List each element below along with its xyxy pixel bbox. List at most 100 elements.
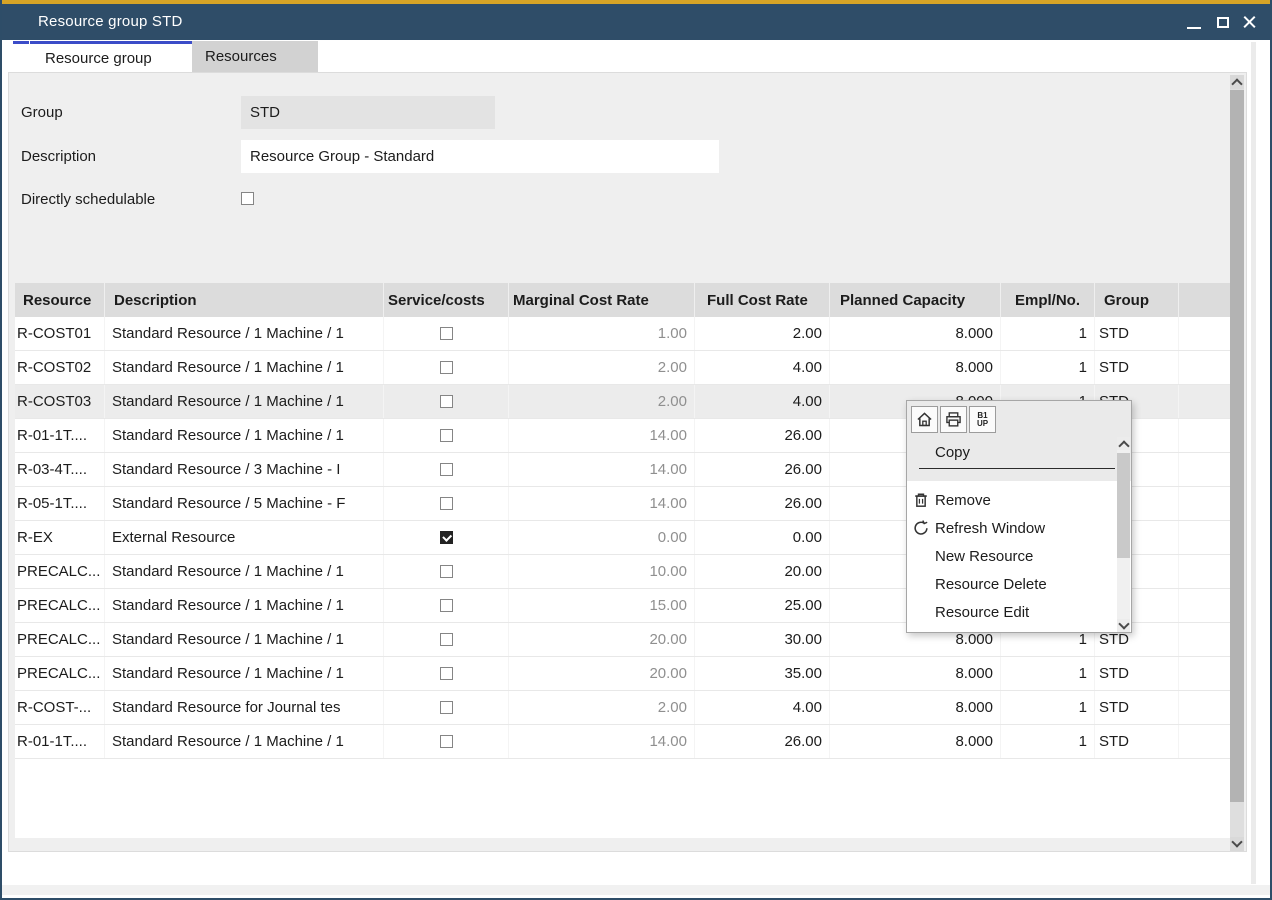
cell-planned-capacity: 8.000	[830, 317, 1001, 350]
description-field[interactable]: Resource Group - Standard	[241, 140, 719, 173]
cell-service-costs	[384, 691, 509, 724]
service-costs-checkbox[interactable]	[440, 667, 453, 680]
service-costs-checkbox[interactable]	[440, 361, 453, 374]
column-header-resource[interactable]: Resource	[15, 283, 105, 317]
printer-icon	[945, 411, 962, 428]
menu-item-new-resource[interactable]: New Resource	[907, 542, 1117, 570]
column-header-description[interactable]: Description	[105, 283, 384, 317]
cell-description: Standard Resource / 1 Machine / 1	[105, 385, 384, 418]
cell-marginal-cost-rate: 14.00	[509, 453, 695, 486]
cell-description: Standard Resource / 1 Machine / 1	[105, 555, 384, 588]
cell-full-cost-rate: 25.00	[695, 589, 830, 622]
maximize-button[interactable]	[1210, 4, 1238, 40]
cell-description: Standard Resource / 1 Machine / 1	[105, 623, 384, 656]
cell-extra	[1179, 725, 1233, 758]
service-costs-checkbox[interactable]	[440, 463, 453, 476]
titlebar: Resource group STD	[0, 4, 1272, 40]
main-vertical-scrollbar[interactable]	[1230, 75, 1244, 851]
menu-item-resource-edit[interactable]: Resource Edit	[907, 598, 1117, 626]
cell-description: Standard Resource / 1 Machine / 1	[105, 589, 384, 622]
cell-full-cost-rate: 26.00	[695, 419, 830, 452]
context-menu-items: RemoveRefresh WindowNew ResourceResource…	[907, 486, 1117, 626]
service-costs-checkbox[interactable]	[440, 735, 453, 748]
column-header-service-costs[interactable]: Service/costs	[384, 283, 509, 317]
cell-extra	[1179, 419, 1233, 452]
home-button[interactable]	[911, 406, 938, 433]
group-label: Group	[21, 96, 63, 129]
column-header-extra[interactable]	[1179, 283, 1233, 317]
directly-schedulable-label: Directly schedulable	[21, 183, 162, 216]
scroll-down-arrow-icon[interactable]	[1230, 837, 1244, 851]
main-scrollbar-thumb[interactable]	[1230, 90, 1244, 802]
cell-full-cost-rate: 26.00	[695, 725, 830, 758]
menu-item-refresh-window[interactable]: Refresh Window	[907, 514, 1117, 542]
context-menu-toolbar: B1 UP Copy	[907, 401, 1131, 481]
service-costs-checkbox[interactable]	[440, 327, 453, 340]
cell-resource: R-01-1T....	[15, 419, 105, 452]
cell-service-costs	[384, 521, 509, 554]
printer-button[interactable]	[940, 406, 967, 433]
menu-item-label: Resource Edit	[935, 604, 1029, 621]
cell-service-costs	[384, 589, 509, 622]
service-costs-checkbox[interactable]	[440, 565, 453, 578]
menu-scroll-up-icon[interactable]	[1117, 437, 1130, 450]
cell-full-cost-rate: 4.00	[695, 385, 830, 418]
cell-extra	[1179, 487, 1233, 520]
cell-full-cost-rate: 26.00	[695, 453, 830, 486]
cell-full-cost-rate: 30.00	[695, 623, 830, 656]
cell-full-cost-rate: 26.00	[695, 487, 830, 520]
service-costs-checkbox[interactable]	[440, 531, 453, 544]
group-field: STD	[241, 96, 495, 129]
cell-marginal-cost-rate: 14.00	[509, 419, 695, 452]
minimize-button[interactable]	[1180, 4, 1208, 40]
service-costs-checkbox[interactable]	[440, 395, 453, 408]
table-row[interactable]: PRECALC...Standard Resource / 1 Machine …	[15, 657, 1233, 691]
menu-scrollbar-thumb[interactable]	[1117, 453, 1130, 558]
service-costs-checkbox[interactable]	[440, 429, 453, 442]
service-costs-checkbox[interactable]	[440, 701, 453, 714]
b1up-button[interactable]: B1 UP	[969, 406, 996, 433]
table-row[interactable]: R-COST01Standard Resource / 1 Machine / …	[15, 317, 1233, 351]
column-header-full-cost-rate[interactable]: Full Cost Rate	[695, 283, 830, 317]
cell-service-costs	[384, 555, 509, 588]
cell-marginal-cost-rate: 14.00	[509, 487, 695, 520]
service-costs-checkbox[interactable]	[440, 633, 453, 646]
directly-schedulable-checkbox[interactable]	[241, 192, 254, 205]
column-header-group[interactable]: Group	[1095, 283, 1179, 317]
context-menu-scrollbar[interactable]	[1117, 437, 1130, 632]
menu-item-resource-delete[interactable]: Resource Delete	[907, 570, 1117, 598]
tab-resources[interactable]: Resources	[192, 41, 318, 72]
cell-full-cost-rate: 4.00	[695, 351, 830, 384]
menu-item-label: Remove	[935, 492, 991, 509]
cell-description: Standard Resource / 1 Machine / 1	[105, 725, 384, 758]
cell-extra	[1179, 317, 1233, 350]
tab-accent-dash	[13, 41, 29, 44]
column-header-empl-no[interactable]: Empl/No.	[1001, 283, 1095, 317]
scroll-up-arrow-icon[interactable]	[1230, 75, 1244, 89]
table-row[interactable]: R-01-1T....Standard Resource / 1 Machine…	[15, 725, 1233, 759]
cell-resource: PRECALC...	[15, 555, 105, 588]
cell-marginal-cost-rate: 2.00	[509, 351, 695, 384]
table-row[interactable]: R-COST-...Standard Resource for Journal …	[15, 691, 1233, 725]
tab-label: Resource group	[45, 50, 152, 67]
tab-bar: Resource group Resources	[0, 40, 1272, 72]
cell-resource: R-COST02	[15, 351, 105, 384]
menu-item-remove[interactable]: Remove	[907, 486, 1117, 514]
menu-scroll-down-icon[interactable]	[1117, 619, 1130, 632]
cell-marginal-cost-rate: 14.00	[509, 725, 695, 758]
cell-empl-no: 1	[1001, 351, 1095, 384]
tab-resource-group[interactable]: Resource group	[30, 41, 192, 72]
cell-extra	[1179, 521, 1233, 554]
cell-extra	[1179, 589, 1233, 622]
service-costs-checkbox[interactable]	[440, 497, 453, 510]
cell-description: Standard Resource / 1 Machine / 1	[105, 317, 384, 350]
cell-resource: R-EX	[15, 521, 105, 554]
cell-full-cost-rate: 0.00	[695, 521, 830, 554]
service-costs-checkbox[interactable]	[440, 599, 453, 612]
table-row[interactable]: R-COST02Standard Resource / 1 Machine / …	[15, 351, 1233, 385]
column-header-planned-capacity[interactable]: Planned Capacity	[830, 283, 1001, 317]
close-button[interactable]	[1236, 4, 1264, 40]
column-header-marginal-cost-rate[interactable]: Marginal Cost Rate	[509, 283, 695, 317]
cell-resource: R-COST03	[15, 385, 105, 418]
refresh-icon	[912, 519, 930, 537]
